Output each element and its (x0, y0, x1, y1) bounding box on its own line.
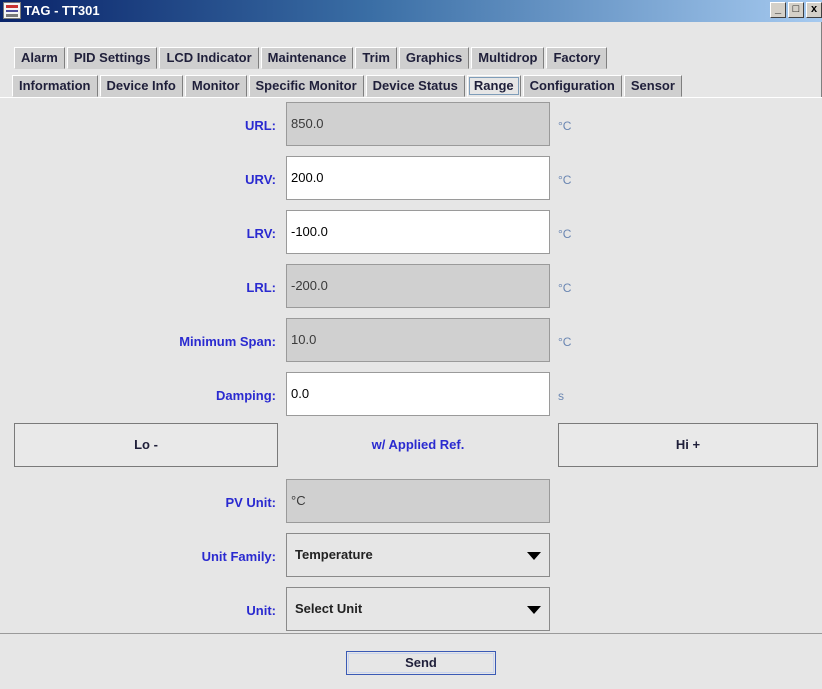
tab-information[interactable]: Information (12, 75, 98, 97)
min-span-field: 10.0 (286, 318, 550, 362)
minimize-button[interactable]: _ (770, 2, 786, 18)
unit-select[interactable]: Select Unit (286, 587, 550, 631)
damping-label: Damping: (216, 388, 276, 403)
url-label: URL: (244, 118, 276, 133)
footer-divider (0, 633, 822, 634)
tab-multidrop[interactable]: Multidrop (471, 47, 545, 69)
urv-unit: °C (558, 173, 572, 187)
tab-graphics[interactable]: Graphics (398, 47, 470, 69)
lrv-field[interactable]: -100.0 (286, 210, 550, 254)
lrv-unit: °C (558, 227, 572, 241)
title-bar: TAG - TT301 _ □ x (0, 0, 822, 22)
window-controls: _ □ x (768, 2, 822, 20)
tab-lcd-indicator[interactable]: LCD Indicator (159, 47, 259, 69)
tab-maintenance[interactable]: Maintenance (260, 47, 354, 69)
chevron-down-icon (527, 552, 541, 560)
tab-trim[interactable]: Trim (355, 47, 397, 69)
tab-row-1: Alarm PID Settings LCD Indicator Mainten… (14, 47, 609, 69)
lrl-unit: °C (558, 281, 572, 295)
url-field: 850.0 (286, 102, 550, 146)
applied-ref-label: w/ Applied Ref. (371, 437, 465, 452)
damping-field[interactable]: 0.0 (286, 372, 550, 416)
tab-range[interactable]: Range (466, 75, 521, 97)
unit-family-value: Temperature (295, 547, 373, 562)
tab-device-status[interactable]: Device Status (365, 75, 465, 97)
url-unit: °C (558, 119, 572, 133)
close-button[interactable]: x (806, 2, 822, 18)
min-span-label: Minimum Span: (179, 334, 276, 349)
send-button[interactable]: Send (346, 651, 496, 675)
min-span-unit: °C (558, 335, 572, 349)
tab-pid-settings[interactable]: PID Settings (66, 47, 158, 69)
tab-row-2: Information Device Info Monitor Specific… (12, 75, 684, 97)
urv-field[interactable]: 200.0 (286, 156, 550, 200)
tab-device-info[interactable]: Device Info (99, 75, 183, 97)
lrl-field: -200.0 (286, 264, 550, 308)
lo-button[interactable]: Lo - (14, 423, 278, 467)
pv-unit-field: °C (286, 479, 550, 523)
lrv-label: LRV: (246, 226, 276, 241)
app-window: TAG - TT301 _ □ x Alarm PID Settings LCD… (0, 0, 822, 689)
damping-unit: s (558, 389, 564, 403)
maximize-button[interactable]: □ (788, 2, 804, 18)
window-title: TAG - TT301 (24, 3, 100, 18)
tab-monitor[interactable]: Monitor (184, 75, 247, 97)
unit-family-select[interactable]: Temperature (286, 533, 550, 577)
hi-button[interactable]: Hi + (558, 423, 818, 467)
unit-label: Unit: (246, 603, 276, 618)
tab-specific-monitor[interactable]: Specific Monitor (248, 75, 364, 97)
tab-factory[interactable]: Factory (546, 47, 608, 69)
app-icon (3, 2, 21, 19)
lrl-label: LRL: (246, 280, 276, 295)
pv-unit-label: PV Unit: (225, 495, 276, 510)
tab-sensor[interactable]: Sensor (623, 75, 682, 97)
tab-alarm[interactable]: Alarm (14, 47, 65, 69)
chevron-down-icon (527, 606, 541, 614)
tab-configuration[interactable]: Configuration (522, 75, 622, 97)
unit-family-label: Unit Family: (201, 549, 276, 564)
urv-label: URV: (245, 172, 276, 187)
unit-value: Select Unit (295, 601, 363, 616)
